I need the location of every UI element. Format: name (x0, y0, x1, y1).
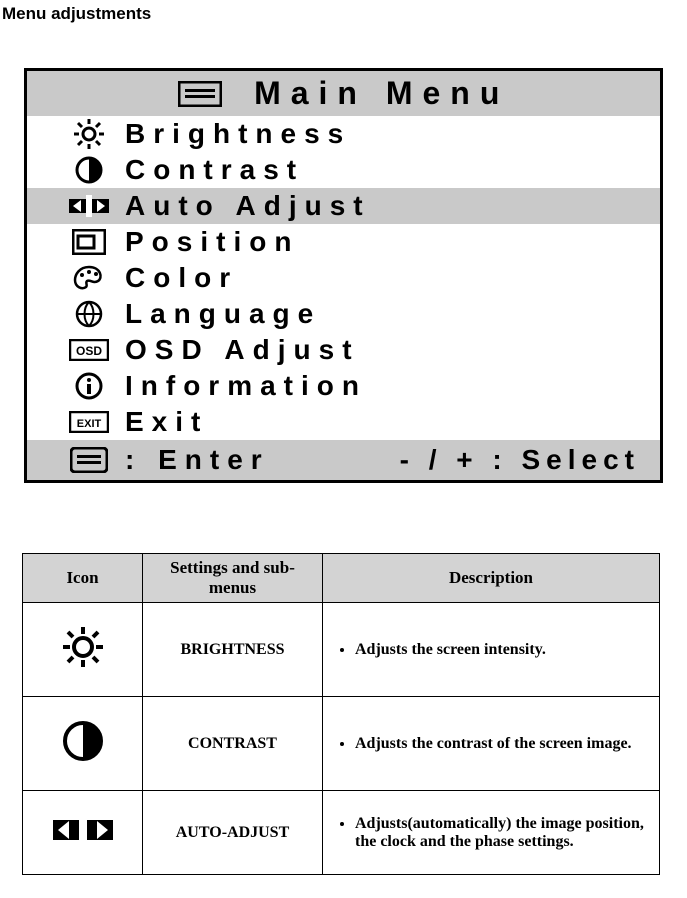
menu-title-bar: Main Menu (27, 71, 660, 116)
menu-item-label: Exit (111, 406, 208, 438)
exit-box-icon: EXIT (67, 411, 111, 433)
table-row: CONTRAST Adjusts the contrast of the scr… (23, 697, 660, 791)
enter-icon (67, 447, 111, 473)
desc-text: Adjusts the screen intensity. (355, 641, 653, 659)
auto-adjust-icon (53, 813, 113, 847)
menu-item-language[interactable]: Language (27, 296, 660, 332)
cell-icon (23, 791, 143, 875)
table-header-description: Description (323, 554, 660, 603)
desc-text: Adjusts the contrast of the screen image… (355, 735, 653, 753)
svg-text:OSD: OSD (76, 344, 102, 358)
description-table: Icon Settings and sub-menus Description … (22, 553, 660, 875)
sun-icon (61, 625, 105, 669)
menu-item-label: Contrast (111, 154, 304, 186)
desc-text: Adjusts(automatically) the image positio… (355, 815, 653, 851)
menu-item-position[interactable]: Position (27, 224, 660, 260)
screen-small-icon (178, 81, 222, 107)
osd-menu: Main Menu Brightness Contrast Auto Adjus… (24, 68, 663, 483)
page-title: Menu adjustments (0, 4, 687, 24)
contrast-icon (61, 719, 105, 763)
footer-enter-label: : Enter (111, 444, 270, 476)
menu-item-osd-adjust[interactable]: OSD OSD Adjust (27, 332, 660, 368)
menu-item-label: OSD Adjust (111, 334, 360, 366)
cell-description: Adjusts(automatically) the image positio… (323, 791, 660, 875)
table-row: AUTO-ADJUST Adjusts(automatically) the i… (23, 791, 660, 875)
menu-item-color[interactable]: Color (27, 260, 660, 296)
menu-title: Main Menu (254, 75, 509, 112)
menu-item-exit[interactable]: EXIT Exit (27, 404, 660, 440)
cell-setting: BRIGHTNESS (143, 603, 323, 697)
menu-item-label: Language (111, 298, 321, 330)
cell-description: Adjusts the screen intensity. (323, 603, 660, 697)
menu-item-label: Brightness (111, 118, 351, 150)
cell-setting: CONTRAST (143, 697, 323, 791)
menu-item-label: Auto Adjust (111, 190, 371, 222)
menu-item-brightness[interactable]: Brightness (27, 116, 660, 152)
auto-adjust-icon (67, 193, 111, 219)
contrast-icon (67, 155, 111, 185)
menu-item-information[interactable]: Information (27, 368, 660, 404)
menu-item-contrast[interactable]: Contrast (27, 152, 660, 188)
menu-list: Brightness Contrast Auto Adjust Position (27, 116, 660, 440)
cell-description: Adjusts the contrast of the screen image… (323, 697, 660, 791)
position-icon (67, 229, 111, 255)
osd-box-icon: OSD (67, 339, 111, 361)
sun-icon (67, 119, 111, 149)
palette-icon (67, 265, 111, 291)
table-header-icon: Icon (23, 554, 143, 603)
cell-icon (23, 697, 143, 791)
menu-item-label: Information (111, 370, 367, 402)
cell-icon (23, 603, 143, 697)
globe-icon (67, 299, 111, 329)
menu-item-label: Position (111, 226, 299, 258)
table-row: BRIGHTNESS Adjusts the screen intensity. (23, 603, 660, 697)
table-header-settings: Settings and sub-menus (143, 554, 323, 603)
menu-footer: : Enter - / + : Select (27, 440, 660, 480)
footer-select-label: - / + : Select (400, 444, 660, 476)
info-icon (67, 371, 111, 401)
svg-text:EXIT: EXIT (77, 418, 102, 430)
menu-item-label: Color (111, 262, 238, 294)
menu-item-auto-adjust[interactable]: Auto Adjust (27, 188, 660, 224)
cell-setting: AUTO-ADJUST (143, 791, 323, 875)
